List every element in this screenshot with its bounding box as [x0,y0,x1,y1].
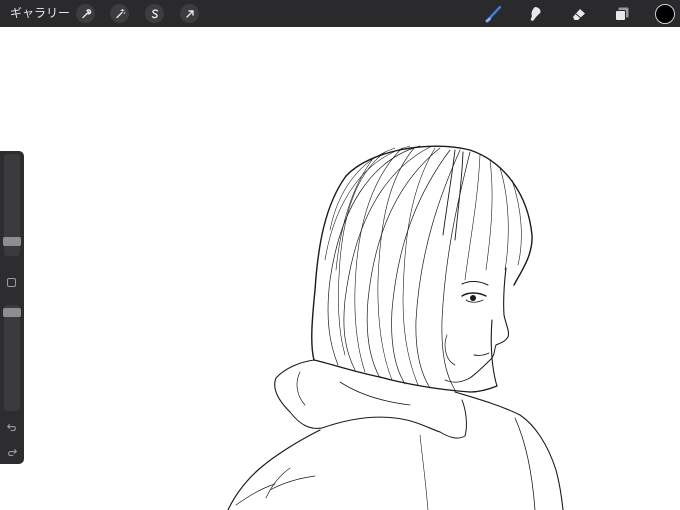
smudge-icon[interactable] [526,4,546,24]
sketch-artwork [227,145,564,510]
wrench-icon[interactable] [76,4,95,23]
magic-wand-icon[interactable] [110,4,129,23]
brush-icon[interactable] [484,4,504,24]
layers-icon[interactable] [612,4,632,24]
eraser-icon[interactable] [569,4,589,24]
top-toolbar: ギャラリー [0,0,680,27]
selection-s-icon[interactable] [145,4,164,23]
gallery-button[interactable]: ギャラリー [10,6,70,21]
drawing-canvas[interactable] [0,27,680,510]
move-arrow-icon[interactable] [180,4,199,23]
color-picker-swatch[interactable] [655,4,675,24]
